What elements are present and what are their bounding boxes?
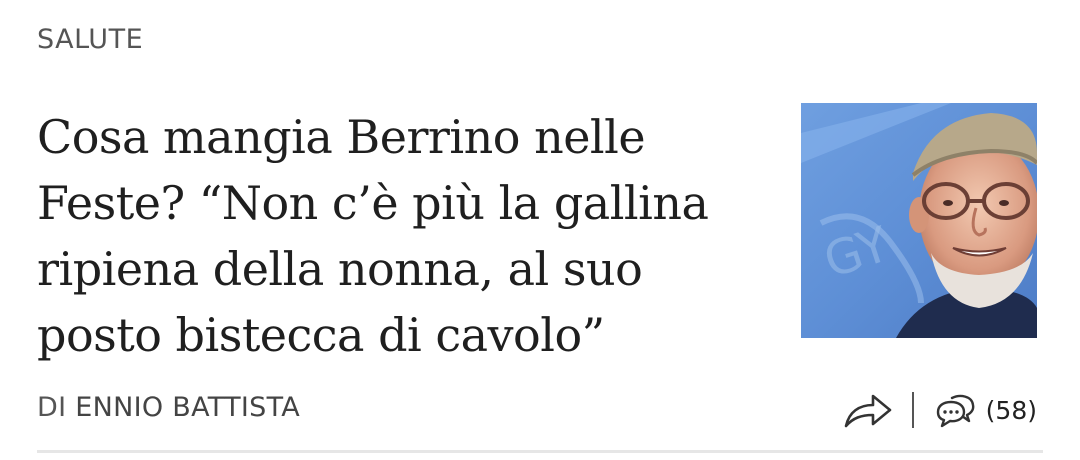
article-thumbnail[interactable]: GY [801, 103, 1037, 338]
author-link[interactable]: ENNIO BATTISTA [75, 392, 300, 423]
article-headline[interactable]: Cosa mangia Berrino nelle Feste? “Non c’… [37, 104, 757, 368]
comment-count: (58) [985, 395, 1037, 425]
share-button[interactable] [842, 386, 894, 434]
article-card[interactable]: SALUTE Cosa mangia Berrino nelle Feste? … [0, 0, 1080, 460]
share-arrow-icon [844, 394, 891, 428]
article-actions: (58) [842, 386, 1037, 434]
category-label[interactable]: SALUTE [37, 24, 143, 55]
card-divider [37, 450, 1043, 453]
comments-button[interactable]: (58) [936, 392, 1037, 428]
byline-prefix: DI [37, 392, 67, 423]
byline: DI ENNIO BATTISTA [37, 392, 300, 423]
thumbnail-image: GY [801, 103, 1037, 338]
speech-bubbles-icon [936, 394, 975, 428]
actions-separator [911, 392, 914, 428]
